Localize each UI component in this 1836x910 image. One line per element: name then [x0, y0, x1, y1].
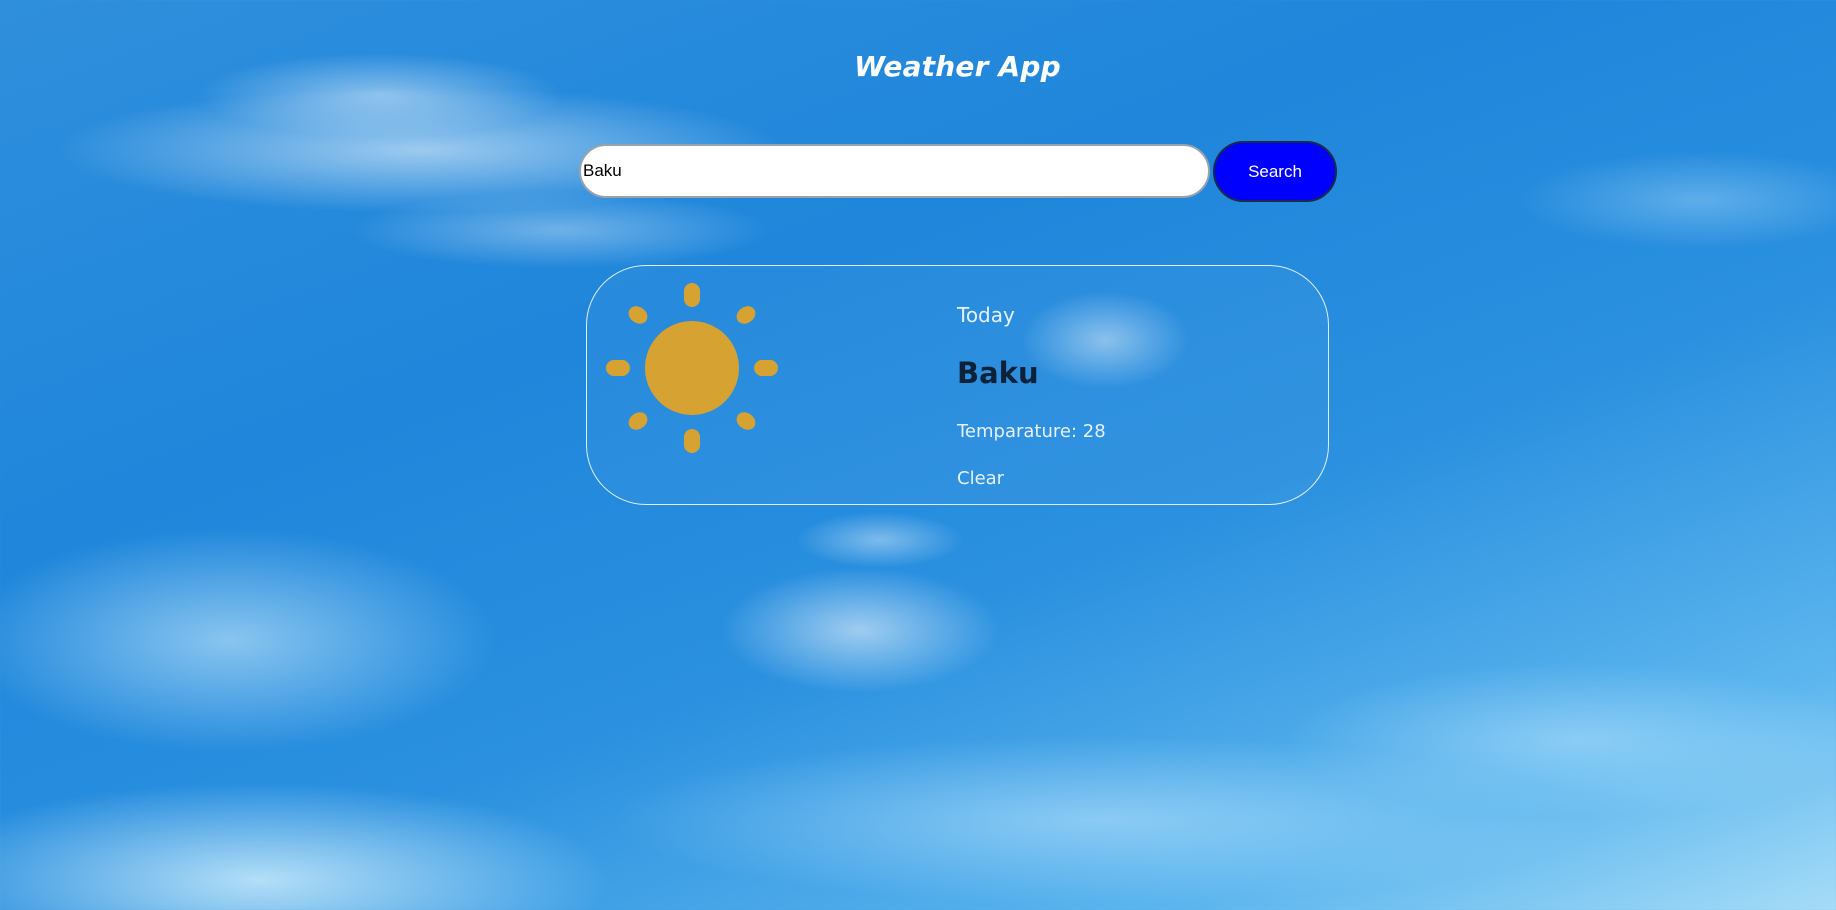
weather-condition: Clear — [957, 468, 1005, 489]
temperature-label: Temparature: 28 — [957, 421, 1106, 442]
search-button[interactable]: Search — [1213, 141, 1337, 202]
city-name: Baku — [957, 356, 1039, 390]
app-title: Weather App — [854, 50, 1061, 83]
sun-icon — [606, 283, 778, 453]
day-label: Today — [957, 303, 1015, 327]
city-search-input[interactable] — [579, 144, 1210, 198]
